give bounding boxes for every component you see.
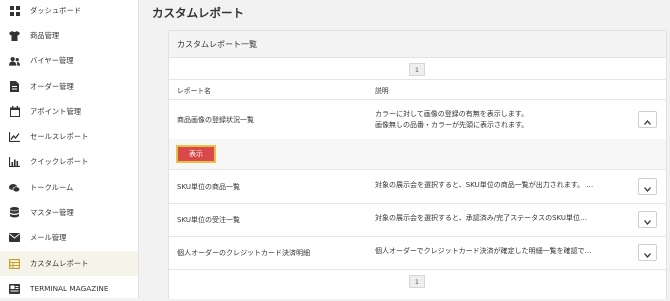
sidebar-item-dashboard[interactable]: ダッシュボード (0, 0, 138, 23)
sidebar-item-products[interactable]: 商品管理 (0, 23, 138, 48)
report-name: 商品画像の登録状況一覧 (177, 116, 254, 124)
custom-report-card: カスタムレポート一覧 1 レポート名 説明 商品画像の登録状況一覧 カラーに対し… (168, 30, 667, 299)
sidebar-item-label: ダッシュボード (30, 5, 82, 15)
line-chart-icon (9, 131, 20, 142)
sidebar-item-master[interactable]: マスター管理 (0, 200, 138, 225)
divider (169, 203, 666, 204)
chevron-down-icon (644, 243, 651, 262)
report-name: SKU単位の商品一覧 (177, 183, 240, 191)
divider (169, 269, 666, 270)
pagination-page-1[interactable]: 1 (409, 63, 425, 76)
column-header-description: 説明 (375, 87, 389, 95)
expand-button[interactable] (638, 244, 657, 261)
table-icon (9, 258, 20, 269)
report-description: カラーに対して画像の登録の有無を表示します。 (375, 110, 529, 118)
page-title: カスタムレポート (152, 6, 244, 20)
expand-button[interactable] (638, 178, 657, 195)
card-title: カスタムレポート一覧 (177, 40, 257, 49)
sidebar-item-label: セールスレポート (30, 131, 89, 141)
sidebar-item-label: メール管理 (30, 232, 67, 242)
chevron-up-icon (644, 110, 651, 129)
sidebar-item-label: カスタムレポート (30, 258, 89, 268)
divider (169, 99, 666, 100)
report-description: 対象の展示会を選択すると、承認済み/完了ステータスのSKU単位… (375, 214, 588, 222)
sidebar-item-label: バイヤー管理 (30, 55, 74, 65)
magazine-icon (9, 283, 20, 294)
sidebar-item-buyers[interactable]: バイヤー管理 (0, 48, 138, 73)
chevron-down-icon (644, 210, 651, 229)
divider (169, 79, 666, 80)
calendar-icon (9, 106, 20, 117)
database-icon (9, 207, 20, 218)
sidebar-item-mail[interactable]: メール管理 (0, 225, 138, 250)
card-header: カスタムレポート一覧 (169, 31, 666, 58)
sidebar-item-custom-report[interactable]: カスタムレポート (0, 251, 138, 276)
collapse-button[interactable] (638, 111, 657, 128)
divider (169, 236, 666, 237)
users-icon (9, 55, 20, 66)
report-description: 対象の展示会を選択すると、SKU単位の商品一覧が出力されます。 … (375, 181, 594, 189)
report-description: 個人オーダーでクレジットカード決済が確定した明細一覧を確認で… (375, 247, 592, 255)
sidebar-item-label: クイックレポート (30, 156, 89, 166)
sidebar-item-talk-room[interactable]: トークルーム (0, 175, 138, 200)
chat-icon (9, 182, 20, 193)
sidebar-item-label: TERMINAL MAGAZINE (30, 284, 109, 293)
expanded-panel (169, 139, 666, 169)
column-header-name: レポート名 (177, 87, 211, 95)
sidebar-item-orders[interactable]: オーダー管理 (0, 74, 138, 99)
sidebar-item-appointments[interactable]: アポイント管理 (0, 99, 138, 124)
tshirt-icon (9, 30, 20, 41)
report-description-line2: 画像無しの品番・カラーが先頭に表示されます。 (375, 121, 529, 129)
pagination-page-1-bottom[interactable]: 1 (409, 275, 425, 288)
sidebar-item-label: マスター管理 (30, 207, 74, 217)
document-icon (9, 81, 20, 92)
expand-button[interactable] (638, 211, 657, 228)
divider (169, 169, 666, 170)
sidebar: ダッシュボード 商品管理 バイヤー管理 オーダー管理 アポイント管理 セールスレ… (0, 0, 139, 298)
chevron-down-icon (644, 177, 651, 196)
sidebar-item-label: オーダー管理 (30, 81, 74, 91)
sidebar-item-quick-report[interactable]: クイックレポート (0, 149, 138, 174)
dashboard-icon (9, 5, 20, 16)
show-button[interactable]: 表示 (176, 145, 216, 163)
sidebar-item-label: アポイント管理 (30, 106, 82, 116)
sidebar-item-label: トークルーム (30, 182, 74, 192)
report-name: SKU単位の受注一覧 (177, 216, 240, 224)
sidebar-item-terminal-magazine[interactable]: TERMINAL MAGAZINE (0, 276, 138, 301)
sidebar-item-label: 商品管理 (30, 30, 60, 40)
sidebar-item-sales-report[interactable]: セールスレポート (0, 124, 138, 149)
report-name: 個人オーダーのクレジットカード決済明細 (177, 249, 310, 257)
bar-chart-icon (9, 156, 20, 167)
mail-icon (9, 232, 20, 243)
